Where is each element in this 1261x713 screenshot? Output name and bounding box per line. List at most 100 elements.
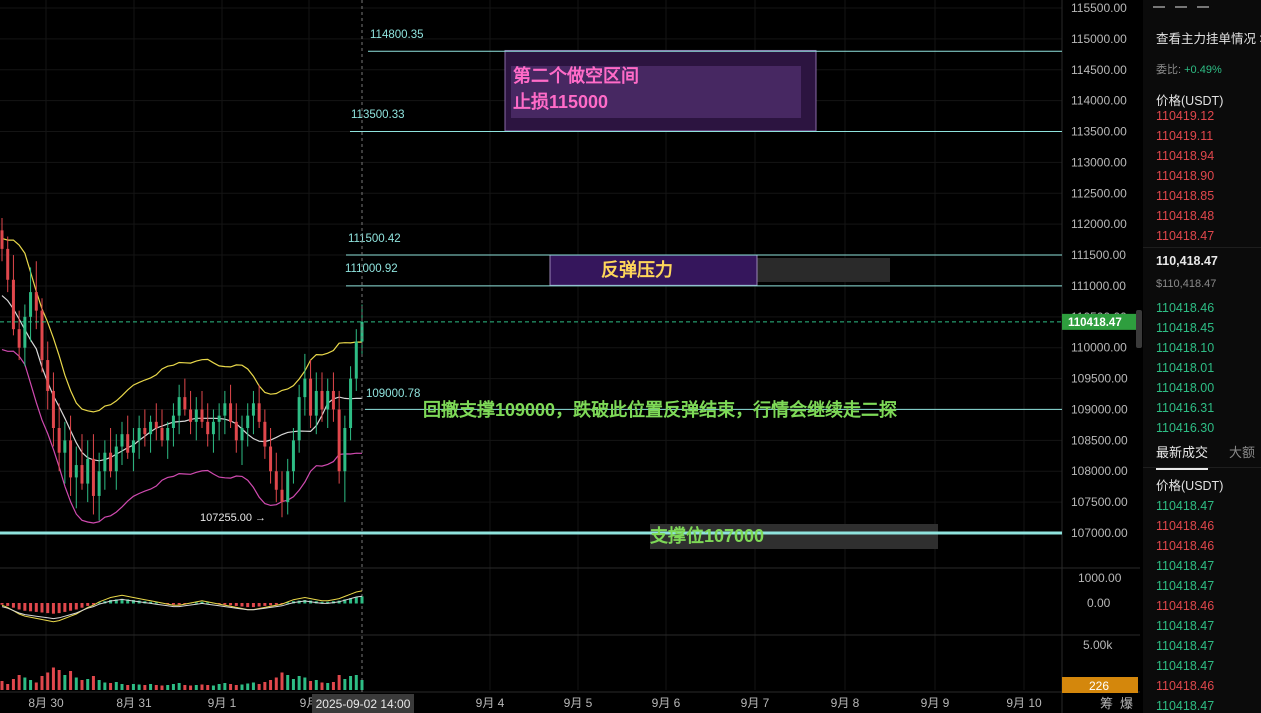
candle-body — [29, 292, 33, 317]
macd-bar — [246, 603, 250, 608]
bid-row[interactable]: 110418.00 — [1156, 381, 1214, 395]
volume-bar — [326, 683, 330, 690]
candle — [194, 397, 198, 441]
volume-bar — [280, 672, 284, 690]
bid-row[interactable]: 110418.45 — [1156, 321, 1214, 335]
ask-row[interactable]: 110418.48 — [1156, 209, 1214, 223]
macd-bar — [34, 603, 38, 612]
tab-latest-trades[interactable]: 最新成交 — [1156, 442, 1209, 470]
candle — [291, 428, 295, 484]
price-line-label: 114800.35 — [370, 29, 424, 41]
order-book-title-text: 查看主力挂单情况 — [1156, 32, 1257, 46]
trades-tabbar: 最新成交 大额 — [1143, 438, 1261, 470]
ask-row[interactable]: 110419.12 — [1156, 109, 1214, 123]
trade-row[interactable]: 110418.46 — [1156, 539, 1214, 553]
trade-row[interactable]: 110418.47 — [1156, 499, 1214, 513]
macd-bar — [86, 603, 90, 606]
volume-bar — [46, 672, 50, 690]
macd-bar — [80, 603, 84, 608]
layout-icon[interactable] — [1197, 0, 1209, 8]
panel-toolbar[interactable] — [1143, 0, 1261, 16]
trade-row[interactable]: 110418.47 — [1156, 579, 1214, 593]
candle — [97, 452, 101, 521]
trade-row[interactable]: 110418.46 — [1156, 679, 1214, 693]
ask-row[interactable]: 110418.94 — [1156, 149, 1214, 163]
volume-bar — [131, 684, 135, 690]
candle-body — [160, 428, 164, 441]
candle-body — [354, 341, 358, 379]
layout-icon[interactable] — [1175, 0, 1187, 8]
candle-body — [109, 452, 113, 472]
trade-row[interactable]: 110418.47 — [1156, 699, 1214, 713]
candle — [46, 341, 50, 410]
volume-bar — [149, 684, 153, 690]
y-tick-label: 107000.00 — [1071, 526, 1128, 540]
trade-row[interactable]: 110418.47 — [1156, 559, 1214, 573]
macd-bar — [223, 603, 227, 605]
volume-bar — [137, 684, 141, 690]
candle-body — [263, 421, 267, 447]
candle — [274, 452, 278, 503]
x-tick-label: 9月 8 — [831, 696, 860, 710]
bid-row[interactable]: 110416.30 — [1156, 421, 1214, 435]
macd-bar — [69, 603, 73, 611]
support-zone-label: 支撑位107000 — [649, 525, 764, 546]
volume-bar — [114, 682, 118, 690]
macd-bar — [57, 603, 61, 614]
bid-row[interactable]: 110418.10 — [1156, 341, 1214, 355]
volume-bar — [69, 671, 73, 690]
candle — [309, 360, 313, 428]
volume-bar — [286, 675, 290, 690]
bid-row[interactable]: 110418.46 — [1156, 301, 1214, 315]
candle-body — [149, 421, 153, 435]
tab-large-trades[interactable]: 大额 — [1229, 442, 1255, 461]
ask-row[interactable]: 110418.90 — [1156, 169, 1214, 183]
chip-label: 筹 — [1100, 696, 1113, 712]
y-tick-label: 114000.00 — [1071, 94, 1127, 108]
chart-area[interactable]: 115500.00 115000.00 114500.00 114000.00 1135… — [0, 0, 1140, 713]
candle — [103, 440, 107, 490]
bid-row[interactable]: 110416.31 — [1156, 401, 1214, 415]
candle — [251, 390, 255, 435]
trade-row[interactable]: 110418.47 — [1156, 619, 1214, 633]
volume-bar — [109, 683, 113, 690]
volume-bar — [74, 677, 78, 690]
volume-bar — [274, 677, 278, 690]
candle — [109, 428, 113, 478]
short-zone-stop: 止损115000 — [513, 91, 608, 112]
price-line-label: 111500.42 — [348, 233, 401, 245]
lower-band — [1, 349, 363, 524]
order-book-title[interactable]: 查看主力挂单情况 > — [1156, 28, 1261, 47]
bid-row[interactable]: 110418.01 — [1156, 361, 1214, 375]
layout-icon[interactable] — [1153, 0, 1165, 8]
candle-body — [217, 415, 221, 422]
candle — [63, 421, 67, 484]
candle-body — [337, 409, 341, 472]
volume-bar — [337, 675, 341, 690]
panel-scrollbar[interactable] — [1136, 310, 1142, 348]
candle-body — [114, 446, 118, 472]
ask-row[interactable]: 110418.47 — [1156, 229, 1214, 243]
macd-bar — [257, 603, 261, 607]
candle — [34, 261, 38, 330]
volume-bar — [263, 682, 267, 690]
macd-bar — [40, 603, 44, 613]
candle — [11, 255, 15, 336]
candle-body — [40, 310, 44, 361]
macd-bar — [74, 603, 78, 610]
candle-body — [314, 390, 318, 416]
support-annotation: 回撤支撑109000，跌破此位置反弹结束，行情会继续走二探 — [423, 399, 898, 420]
y-tick-label: 112000.00 — [1071, 217, 1127, 231]
trade-row[interactable]: 110418.46 — [1156, 519, 1214, 533]
price-chart[interactable]: 115500.00 115000.00 114500.00 114000.00 1135… — [0, 0, 1140, 713]
ask-row[interactable]: 110418.85 — [1156, 189, 1214, 203]
trade-row[interactable]: 110418.47 — [1156, 639, 1214, 653]
trade-row[interactable]: 110418.47 — [1156, 659, 1214, 673]
ask-row[interactable]: 110419.11 — [1156, 129, 1213, 143]
price-line-label: 113500.33 — [351, 109, 405, 121]
macd-bar — [263, 603, 267, 606]
candle-body — [291, 440, 295, 472]
candle — [234, 403, 238, 453]
trade-row[interactable]: 110418.46 — [1156, 599, 1214, 613]
volume-bar — [246, 683, 250, 690]
